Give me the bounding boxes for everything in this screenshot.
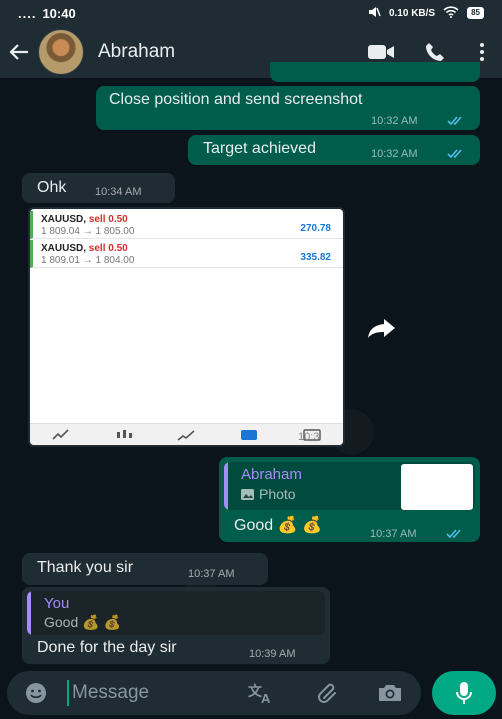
quote-label: Photo [259, 486, 296, 502]
message-time: 10:39 AM [249, 648, 296, 660]
back-arrow-icon[interactable] [0, 26, 38, 78]
message-bubble[interactable]: Close position and send screenshot 10:32… [96, 86, 480, 130]
photo-thumbnail [401, 464, 473, 510]
svg-text:A: A [261, 691, 271, 704]
attach-icon[interactable] [315, 681, 341, 705]
message-bubble[interactable]: Ohk 10:34 AM [22, 173, 175, 203]
trade-symbol: XAUUSD, sell 0.50 [41, 214, 128, 225]
screenshot-tabbar [30, 423, 343, 445]
message-time: 10:3 [298, 431, 320, 443]
trade-symbol: XAUUSD, sell 0.50 [41, 243, 128, 254]
quoted-message[interactable]: You Good 💰 💰 [27, 591, 325, 635]
quote-bar [27, 591, 31, 635]
message-input[interactable] [67, 680, 237, 706]
message-time: 10:37 AM [370, 528, 417, 540]
quote-sender: Abraham [241, 466, 302, 483]
trade-prices: 1 809.04 → 1 805.00 [41, 226, 135, 237]
mute-icon [367, 6, 381, 21]
translate-icon[interactable]: 文A [248, 681, 274, 705]
chart-candles-icon [114, 428, 134, 442]
camera-icon[interactable] [377, 681, 403, 705]
message-time: 10:37 AM [188, 568, 235, 580]
trade-tab-icon [239, 428, 259, 442]
message-text: Ohk [37, 179, 67, 196]
message-text: Good 💰 💰 [234, 517, 322, 534]
message-text: Target achieved [203, 140, 316, 157]
message-time: 10:32 AM [371, 148, 418, 160]
message-time: 10:34 AM [95, 186, 142, 198]
battery-indicator: 85 [467, 7, 484, 19]
forward-icon[interactable] [367, 316, 397, 340]
emoji-icon[interactable] [23, 681, 49, 705]
quote-sender: You [44, 595, 70, 612]
message-time: 10:32 AM [371, 115, 418, 127]
trade-prices: 1 809.01 → 1 804.00 [41, 255, 135, 266]
status-bar: .... 10:40 0.10 KB/S 85 [0, 0, 502, 26]
read-receipt-icon [447, 116, 462, 126]
status-icons: 0.10 KB/S 85 [367, 5, 484, 21]
data-rate: 0.10 KB/S [388, 7, 436, 19]
trade-row: XAUUSD, sell 0.50 1 809.01 → 1 804.00 33… [30, 240, 343, 268]
wifi-icon [443, 5, 459, 21]
contact-name[interactable]: Abraham [98, 41, 354, 63]
signal-dots-icon: .... [18, 5, 37, 21]
quote-label: Good 💰 💰 [44, 614, 121, 630]
photo-icon [241, 489, 254, 500]
mic-button[interactable] [432, 671, 496, 715]
avatar[interactable] [38, 29, 84, 75]
message-bubble[interactable]: Target achieved 10:32 AM [188, 135, 480, 165]
screenshot-image[interactable]: XAUUSD, sell 0.50 1 809.04 → 1 805.00 27… [28, 207, 345, 447]
status-time: 10:40 [42, 5, 76, 21]
message-bubble[interactable]: You Good 💰 💰 Done for the day sir 10:39 … [22, 587, 330, 664]
message-text: Done for the day sir [37, 639, 177, 656]
trade-profit: 270.78 [300, 223, 331, 234]
quote-bar [224, 462, 228, 510]
quotes-icon [51, 428, 71, 442]
trade-row: XAUUSD, sell 0.50 1 809.04 → 1 805.00 27… [30, 211, 343, 239]
mic-icon [456, 682, 472, 704]
read-receipt-icon [447, 149, 462, 159]
message-bubble[interactable]: Thank you sir 10:37 AM [22, 553, 268, 585]
read-receipt-icon [446, 529, 461, 539]
message-text: Close position and send screenshot [109, 91, 363, 108]
message-bubble[interactable]: Abraham Photo Good 💰 💰 10:37 AM [219, 457, 480, 542]
message-composer: 文A [7, 671, 421, 715]
trend-icon [176, 428, 196, 442]
message-text: Thank you sir [37, 559, 134, 576]
trade-profit: 335.82 [300, 252, 331, 263]
quoted-message[interactable]: Abraham Photo [224, 462, 475, 510]
partial-outgoing-bubble [270, 62, 480, 82]
